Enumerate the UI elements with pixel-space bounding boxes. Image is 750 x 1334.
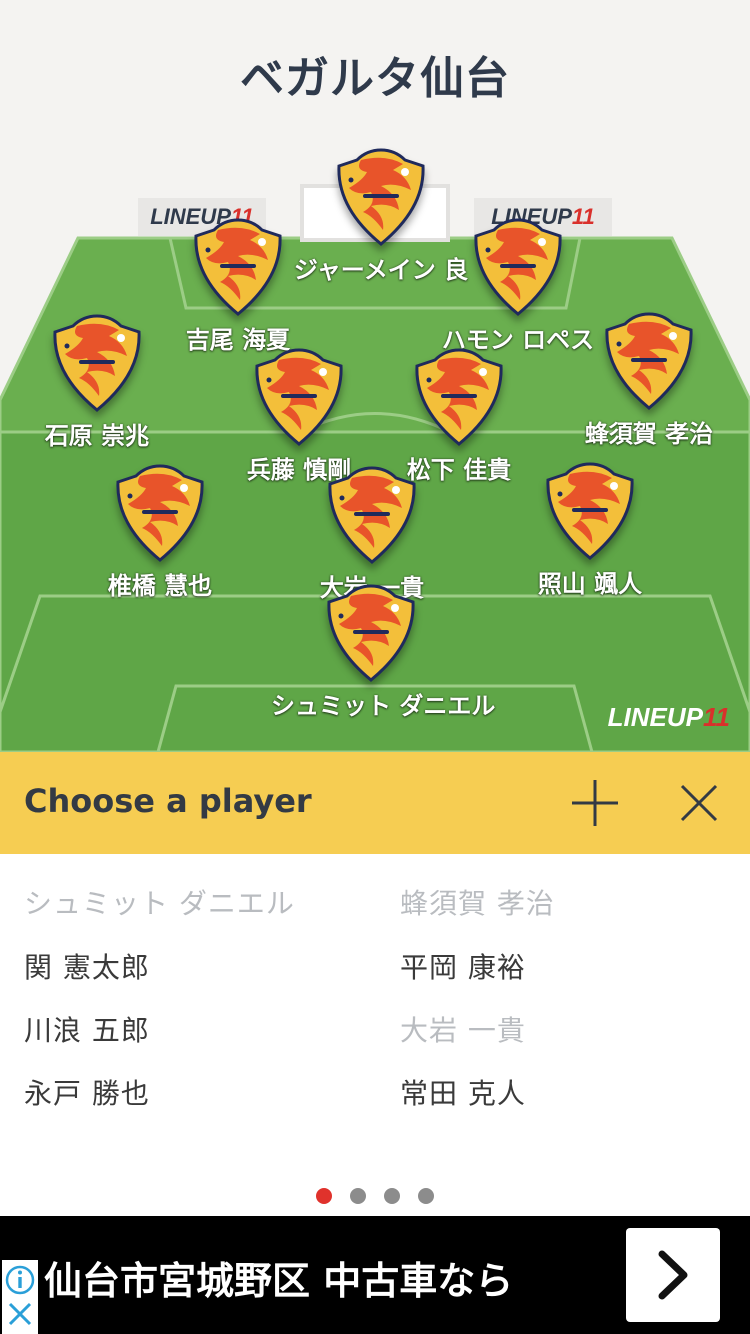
close-icon[interactable]: [674, 778, 724, 828]
club-crest-icon: [323, 582, 419, 684]
ad-choices[interactable]: [2, 1260, 38, 1334]
pitch-player[interactable]: シュミット ダニエル: [271, 582, 496, 721]
page-dot[interactable]: [350, 1188, 366, 1204]
chevron-right-icon: [658, 1250, 688, 1300]
club-crest-icon: [333, 146, 429, 248]
club-crest-icon: [542, 460, 638, 562]
team-title: ベガルタ仙台: [240, 53, 510, 104]
player-list-item[interactable]: 大岩 一貴: [400, 1009, 526, 1049]
player-name: 石原 崇兆: [44, 422, 150, 450]
plus-icon[interactable]: [570, 778, 620, 828]
player-list-item[interactable]: シュミット ダニエル: [24, 882, 295, 922]
pitch-player[interactable]: 石原 崇兆: [0, 312, 197, 451]
ad-close-icon: [8, 1302, 32, 1326]
club-crest-icon: [49, 312, 145, 414]
app-root: ベガルタ仙台 LINEUP11 LINEUP11 LINEUP11 ジャーメイン…: [0, 0, 750, 1334]
player-name: シュミット ダニエル: [271, 692, 496, 720]
choose-player-title: Choose a player: [24, 782, 312, 820]
lineup-area: ベガルタ仙台 LINEUP11 LINEUP11 LINEUP11 ジャーメイン…: [0, 0, 750, 752]
choose-player-bar: Choose a player: [0, 752, 750, 854]
page-dot[interactable]: [384, 1188, 400, 1204]
player-list-item[interactable]: 永戸 勝也: [24, 1072, 150, 1112]
player-name: 椎橋 慧也: [107, 572, 213, 600]
pitch-player[interactable]: 椎橋 慧也: [60, 462, 260, 601]
player-list-item[interactable]: 常田 克人: [400, 1072, 526, 1112]
player-name: 蜂須賀 孝治: [584, 420, 714, 448]
player-list-item[interactable]: 蜂須賀 孝治: [400, 882, 555, 922]
ad-icons: [5, 1265, 35, 1326]
pitch-player[interactable]: 蜂須賀 孝治: [549, 310, 749, 449]
player-list-item[interactable]: 関 憲太郎: [24, 946, 150, 986]
ad-arrow-button[interactable]: [626, 1228, 720, 1322]
ad-banner[interactable]: 仙台市宮城野区 中古車なら: [0, 1216, 750, 1334]
player-name: 照山 颯人: [537, 570, 643, 598]
club-crest-icon: [324, 464, 420, 566]
club-crest-icon: [112, 462, 208, 564]
ad-text: 仙台市宮城野区 中古車なら: [44, 1259, 514, 1303]
player-list-item[interactable]: 平岡 康裕: [400, 946, 526, 986]
info-icon: [5, 1265, 35, 1295]
club-crest-icon: [251, 346, 347, 448]
player-list: シュミット ダニエル 蜂須賀 孝治 関 憲太郎 平岡 康裕 川浪 五郎 大岩 一…: [0, 854, 750, 1216]
player-list-item[interactable]: 川浪 五郎: [24, 1009, 150, 1049]
club-crest-icon: [411, 346, 507, 448]
club-crest-icon: [190, 216, 286, 318]
pitch-player[interactable]: 照山 颯人: [490, 460, 690, 599]
club-crest-icon: [601, 310, 697, 412]
page-dot[interactable]: [418, 1188, 434, 1204]
page-indicator: [0, 1188, 750, 1208]
lineup11-watermark: LINEUP11: [607, 702, 730, 732]
club-crest-icon: [470, 216, 566, 318]
page-dot-active[interactable]: [316, 1188, 332, 1204]
